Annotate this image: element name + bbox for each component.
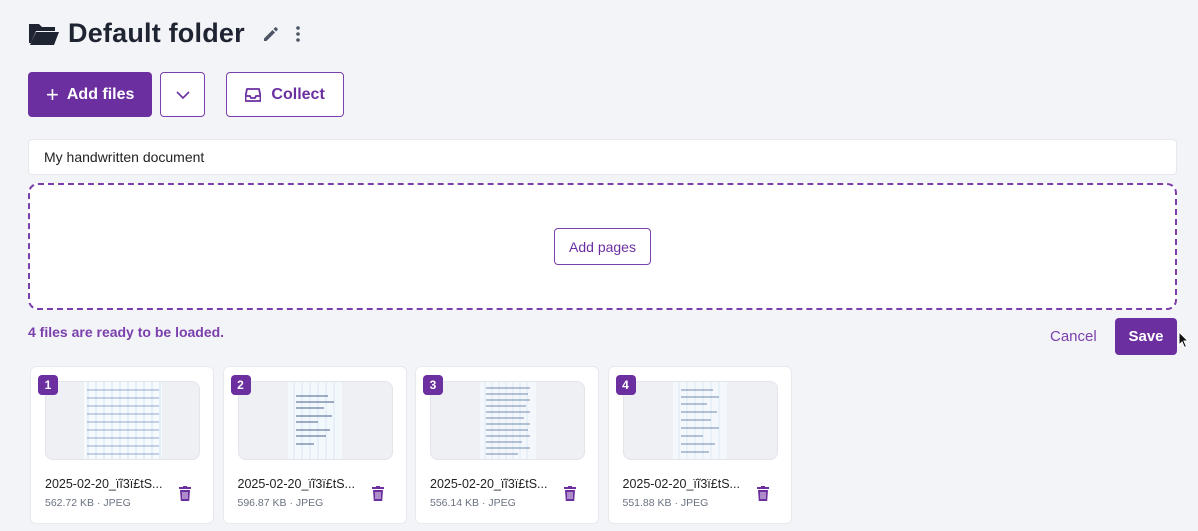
document-thumbnail-image (288, 382, 342, 459)
inbox-tray-icon (245, 87, 262, 102)
file-index-badge: 2 (230, 375, 251, 395)
files-ready-status: 4 files are ready to be loaded. (28, 324, 225, 340)
document-thumbnail-image (83, 382, 162, 459)
file-meta: 596.87 KB · JPEG (237, 497, 324, 509)
file-card[interactable]: 4 2025-02-20_ïĩ3ï£tS... 551.88 KB · JPEG (607, 366, 792, 524)
trash-icon[interactable] (756, 486, 769, 501)
file-meta: 551.88 KB · JPEG (622, 497, 709, 509)
add-files-dropdown-button[interactable] (160, 72, 206, 117)
save-button[interactable]: Save (1115, 318, 1177, 355)
file-meta: 562.72 KB · JPEG (45, 497, 131, 509)
file-meta: 556.14 KB · JPEG (430, 497, 516, 509)
file-thumbnail (622, 381, 778, 460)
file-name: 2025-02-20_ïĩ3ï£tS... (622, 477, 740, 491)
kebab-menu-icon[interactable] (295, 25, 301, 43)
folder-header: Default folder (28, 18, 301, 49)
trash-icon[interactable] (179, 486, 191, 501)
file-name: 2025-02-20_ïĩ3ï£tS... (237, 477, 355, 491)
add-pages-button[interactable]: Add pages (554, 228, 651, 265)
trash-icon[interactable] (371, 486, 384, 501)
file-index-badge: 3 (423, 375, 443, 395)
chevron-down-icon (176, 90, 190, 99)
file-index-badge: 4 (615, 375, 636, 395)
file-index-badge: 1 (38, 375, 58, 395)
file-dropzone[interactable]: Add pages (28, 183, 1177, 310)
add-files-button[interactable]: + Add files (28, 72, 153, 117)
file-card[interactable]: 3 2025-02-20_ïĩ3ï£tS... 556.14 KB · JPEG (415, 366, 599, 524)
toolbar: + Add files Collect (28, 72, 344, 117)
collect-label: Collect (271, 85, 325, 103)
file-name: 2025-02-20_ïĩ3ï£tS... (45, 477, 163, 491)
plus-icon: + (46, 81, 59, 107)
file-card[interactable]: 2 2025-02-20_ïĩ3ï£tS... 596.87 KB · JPEG (222, 366, 407, 524)
cancel-button[interactable]: Cancel (1040, 321, 1107, 351)
page: Default folder + Add files Collect My ha… (0, 0, 1198, 531)
document-name-input[interactable] (28, 139, 1177, 175)
trash-icon[interactable] (564, 486, 576, 501)
mouse-cursor-icon (1178, 331, 1190, 349)
file-thumbnail (45, 381, 200, 460)
file-name: 2025-02-20_ïĩ3ï£tS... (430, 477, 548, 491)
document-thumbnail-image (673, 382, 727, 459)
pencil-icon[interactable] (261, 24, 281, 44)
file-card[interactable]: 1 2025-02-20_ïĩ3ï£tS... 562.72 KB · JPEG (30, 366, 214, 524)
document-thumbnail-image (479, 382, 536, 459)
file-thumbnail (430, 381, 585, 460)
file-card-list: 1 2025-02-20_ïĩ3ï£tS... 562.72 KB · JPEG… (30, 366, 800, 524)
folder-open-icon (29, 23, 59, 45)
collect-button[interactable]: Collect (226, 72, 344, 117)
add-files-label: Add files (66, 85, 135, 103)
file-thumbnail (237, 381, 393, 460)
page-title: Default folder (68, 18, 245, 48)
